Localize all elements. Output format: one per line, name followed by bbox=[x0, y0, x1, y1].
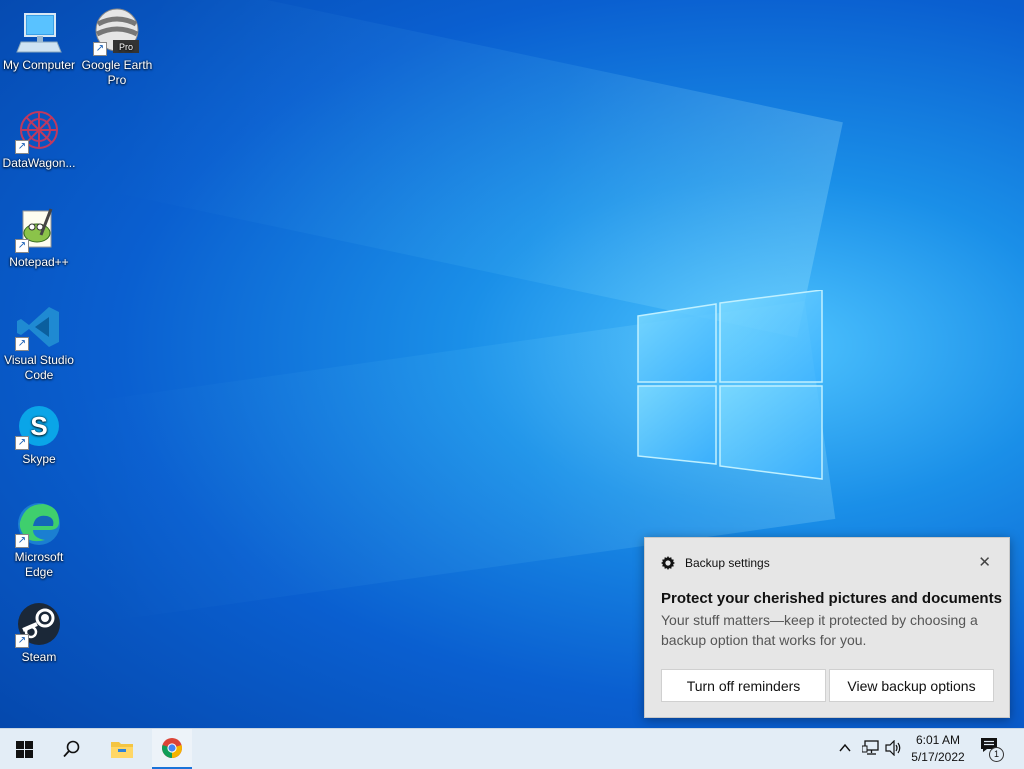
desktop-icon-label: Google Earth Pro bbox=[81, 58, 153, 87]
close-icon[interactable]: ✕ bbox=[978, 553, 991, 571]
google-earth-icon: Pro ↗ bbox=[93, 8, 141, 56]
action-center-button[interactable]: 1 bbox=[980, 737, 1004, 762]
toast-title: Protect your cherished pictures and docu… bbox=[661, 590, 1002, 607]
desktop-icon-my-computer[interactable]: My Computer bbox=[1, 8, 77, 73]
search-button[interactable] bbox=[48, 729, 96, 769]
file-explorer-icon bbox=[111, 742, 133, 758]
desktop-icon-google-earth-pro[interactable]: Pro ↗ Google Earth Pro bbox=[79, 8, 155, 88]
desktop-icon-label: Notepad++ bbox=[9, 255, 69, 269]
svg-text:Pro: Pro bbox=[119, 42, 133, 52]
shortcut-arrow-icon: ↗ bbox=[15, 534, 29, 548]
start-icon bbox=[15, 740, 33, 758]
shortcut-arrow-icon: ↗ bbox=[15, 337, 29, 351]
desktop-icon-vscode[interactable]: ↗ Visual Studio Code bbox=[1, 303, 77, 383]
desktop-icon-label: My Computer bbox=[2, 58, 76, 72]
shortcut-arrow-icon: ↗ bbox=[15, 634, 29, 648]
steam-icon: ↗ bbox=[15, 600, 63, 648]
vscode-icon: ↗ bbox=[15, 303, 63, 351]
desktop-icon-notepad-plus-plus[interactable]: ↗ Notepad++ bbox=[1, 205, 77, 270]
turn-off-reminders-button[interactable]: Turn off reminders bbox=[661, 669, 826, 702]
taskbar: 6:01 AM 5/17/2022 1 bbox=[0, 728, 1024, 769]
clock-date: 5/17/2022 bbox=[911, 750, 965, 764]
chrome-button[interactable] bbox=[152, 729, 192, 769]
chrome-icon bbox=[162, 738, 182, 758]
datawagon-icon: ↗ bbox=[15, 106, 63, 154]
toast-body: Your stuff matters—keep it protected by … bbox=[661, 612, 978, 648]
view-backup-options-button[interactable]: View backup options bbox=[829, 669, 994, 702]
windows-logo-wallpaper bbox=[637, 290, 823, 480]
desktop-icon-label: Visual Studio Code bbox=[4, 353, 74, 382]
clock-time: 6:01 AM bbox=[915, 733, 961, 747]
svg-text:S: S bbox=[30, 411, 47, 441]
desktop-icon-label: Steam bbox=[21, 650, 57, 664]
show-hidden-icons-chevron-up-icon[interactable] bbox=[838, 741, 852, 760]
shortcut-arrow-icon: ↗ bbox=[15, 140, 29, 154]
toast-app-name: Backup settings bbox=[685, 556, 770, 570]
file-explorer-button[interactable] bbox=[98, 729, 146, 769]
shortcut-arrow-icon: ↗ bbox=[15, 239, 29, 253]
desktop-icon-microsoft-edge[interactable]: ↗ Microsoft Edge bbox=[1, 500, 77, 580]
desktop-icon-steam[interactable]: ↗ Steam bbox=[1, 600, 77, 665]
shortcut-arrow-icon: ↗ bbox=[15, 436, 29, 450]
notepad-plus-plus-icon: ↗ bbox=[15, 205, 63, 253]
shortcut-arrow-icon: ↗ bbox=[93, 42, 107, 56]
backup-notification-toast[interactable]: Backup settings ✕ Protect your cherished… bbox=[644, 537, 1010, 718]
search-icon bbox=[63, 740, 80, 758]
volume-icon[interactable] bbox=[885, 739, 903, 761]
toast-header: Backup settings bbox=[661, 556, 770, 570]
desktop-icon-label: Microsoft Edge bbox=[14, 550, 64, 579]
desktop-icon-skype[interactable]: S ↗ Skype bbox=[1, 402, 77, 467]
edge-icon: ↗ bbox=[15, 500, 63, 548]
gear-icon bbox=[661, 556, 675, 570]
taskbar-clock[interactable]: 6:01 AM 5/17/2022 bbox=[908, 732, 968, 766]
start-button[interactable] bbox=[0, 729, 48, 769]
desktop-icon-label: Skype bbox=[22, 452, 56, 466]
skype-icon: S ↗ bbox=[15, 402, 63, 450]
desktop-icon-label: DataWagon... bbox=[2, 156, 76, 170]
notification-count-badge: 1 bbox=[989, 747, 1004, 762]
network-icon[interactable] bbox=[861, 740, 880, 761]
desktop-icon-datawagon[interactable]: ↗ DataWagon... bbox=[1, 106, 77, 171]
computer-icon bbox=[15, 8, 63, 56]
